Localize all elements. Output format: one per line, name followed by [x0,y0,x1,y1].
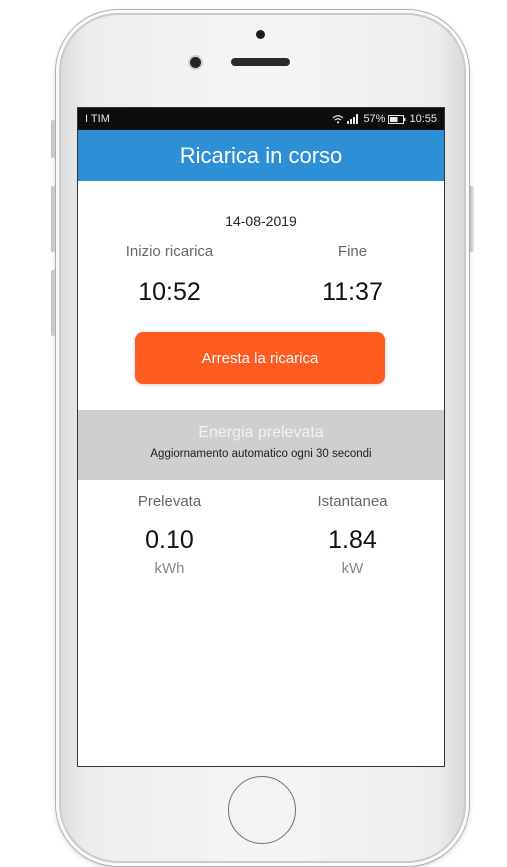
page-title: Ricarica in corso [179,142,343,168]
stop-charging-button[interactable]: Arresta la ricarica [135,332,385,384]
start-time: 10:52 [138,278,201,306]
time-labels-row: Inizio ricarica Fine [78,243,444,260]
stop-charging-label: Arresta la ricarica [201,349,319,367]
home-button[interactable] [228,776,296,844]
energy-section-header: Energia prelevata Aggiornamento automati… [78,410,444,480]
measurement-labels-row: Prelevata Istantanea [78,493,444,510]
instant-label: Istantanea [317,493,388,510]
session-date: 14-08-2019 [225,213,297,229]
measurement-values-row: 0.10 1.84 [78,526,444,555]
status-bar: I TIM 57% 10:55 [78,108,444,130]
energy-title: Energia prelevata [198,424,324,441]
front-camera [190,57,201,68]
stage: I TIM 57% 10:55 Ricarica in corso 14-08-… [0,0,507,867]
phone-screen: I TIM 57% 10:55 Ricarica in corso 14-08-… [77,107,445,767]
signal-icon [347,114,359,124]
proximity-sensor [256,30,265,39]
time-values-row: 10:52 11:37 [78,278,444,307]
drawn-label: Prelevata [137,493,202,510]
earpiece-speaker [231,58,290,66]
measurement-units-row: kWh kW [78,560,444,577]
battery-percent: 57% [363,113,386,125]
power-button [469,186,474,252]
carrier-label: I TIM [85,113,110,125]
status-indicators: 57% 10:55 [332,113,437,125]
end-time: 11:37 [322,278,383,306]
energy-subtitle: Aggiornamento automatico ogni 30 secondi [150,448,372,460]
instant-value: 1.84 [328,526,377,554]
status-time: 10:55 [409,113,437,125]
start-label: Inizio ricarica [125,243,214,260]
instant-unit: kW [341,560,364,577]
battery-icon [388,114,406,124]
drawn-value: 0.10 [145,526,194,554]
app-header: Ricarica in corso [78,130,444,181]
wifi-icon [333,115,344,124]
drawn-unit: kWh [154,560,185,577]
end-label: Fine [337,243,368,260]
